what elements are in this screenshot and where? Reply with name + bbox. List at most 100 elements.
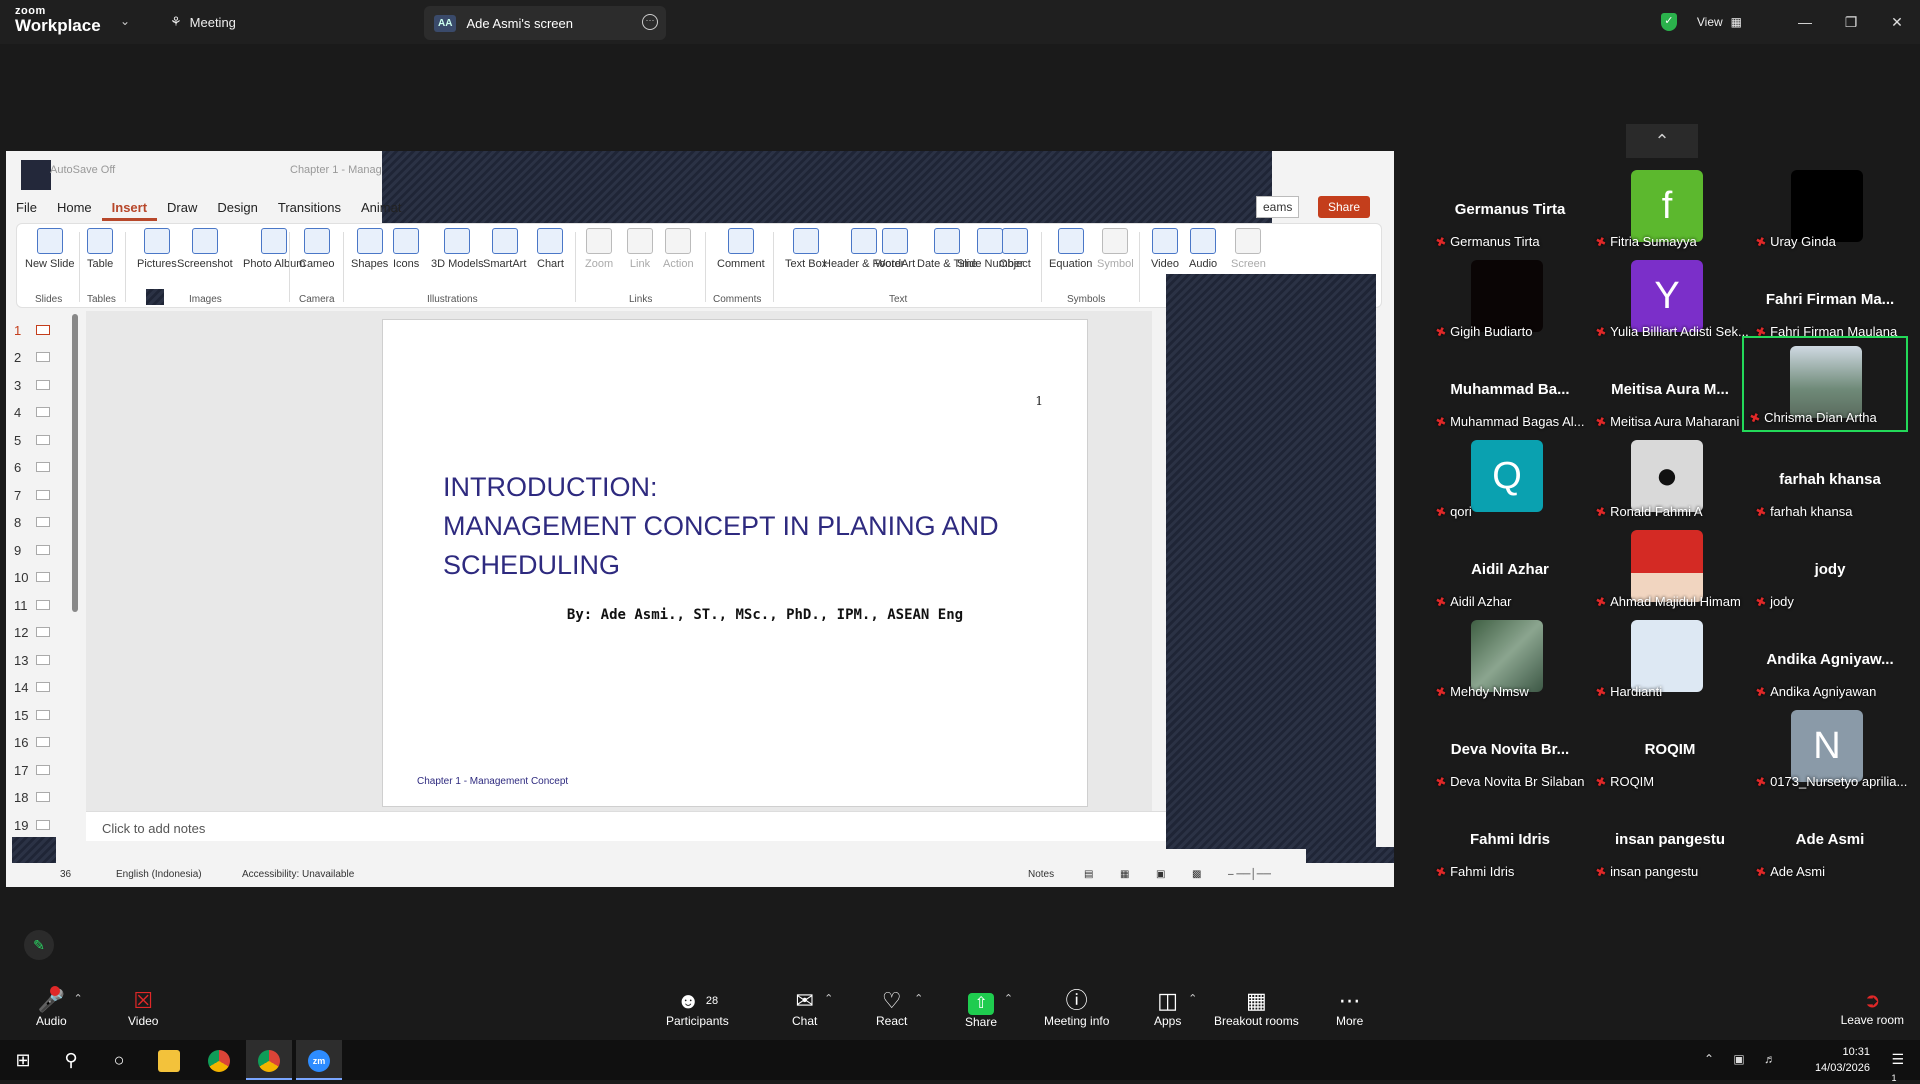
annotate-pen-icon[interactable]: ✎	[24, 930, 54, 960]
chevron-down-icon[interactable]: ⌄	[120, 14, 130, 28]
equation-button[interactable]: Equation	[1049, 228, 1092, 271]
participant-tile[interactable]: insan pangestu ✖ insan pangestu	[1590, 798, 1750, 884]
slide-thumbnail[interactable]: 17	[14, 763, 50, 778]
table-button[interactable]: Table	[87, 228, 113, 271]
share-screen-button[interactable]: ⇧ Share ⌃	[965, 988, 1013, 1029]
accessibility-status[interactable]: Accessibility: Unavailable	[242, 869, 354, 880]
participant-tile[interactable]: N ✖ 0173_Nursetyo aprilia...	[1750, 708, 1910, 794]
slide-thumbnail[interactable]: 6	[14, 460, 50, 475]
tab-transitions[interactable]: Transitions	[268, 195, 351, 221]
view-button[interactable]: View ▦	[1697, 15, 1742, 29]
tab-draw[interactable]: Draw	[157, 195, 207, 221]
zoom-button[interactable]: Zoom	[585, 228, 613, 271]
slide-thumbnail[interactable]: 12	[14, 625, 50, 640]
action-button[interactable]: Action	[663, 228, 694, 271]
participant-tile[interactable]: Fahmi Idris ✖ Fahmi Idris	[1430, 798, 1590, 884]
tray-icons[interactable]: ⌃ ▣ ♬	[1704, 1052, 1784, 1066]
notes-pane[interactable]: Click to add notes	[86, 811, 1186, 841]
participant-tile-active-speaker[interactable]: ✖ Chrisma Dian Artha	[1742, 336, 1908, 432]
current-slide[interactable]: 1 INTRODUCTION: MANAGEMENT CONCEPT IN PL…	[382, 319, 1088, 807]
participant-tile[interactable]: Aidil Azhar ✖ Aidil Azhar	[1430, 528, 1590, 614]
participant-tile[interactable]: ✖ Hardianti	[1590, 618, 1750, 704]
tab-design[interactable]: Design	[207, 195, 267, 221]
participant-tile[interactable]: Deva Novita Br... ✖ Deva Novita Br Silaba…	[1430, 708, 1590, 794]
encryption-shield-icon[interactable]: ✓	[1660, 13, 1677, 31]
participant-tile[interactable]: Y ✖ Yulia Billiart Adisti Sek...	[1590, 258, 1750, 344]
participant-tile[interactable]: ROQIM ✖ ROQIM	[1590, 708, 1750, 794]
file-explorer-icon[interactable]	[146, 1040, 192, 1080]
language-status[interactable]: English (Indonesia)	[116, 869, 202, 880]
close-icon[interactable]: ✕	[1874, 14, 1920, 31]
cameo-button[interactable]: Cameo	[299, 228, 334, 271]
slide-thumbnail[interactable]: 9	[14, 543, 50, 558]
chrome-icon[interactable]	[196, 1040, 242, 1080]
breakout-rooms-button[interactable]: ▦ Breakout rooms	[1214, 988, 1299, 1028]
zoom-taskbar-icon[interactable]: zm	[296, 1040, 342, 1080]
chart-button[interactable]: Chart	[537, 228, 564, 271]
slide-thumbnail[interactable]: 11	[14, 598, 50, 613]
slide-thumbnail[interactable]: 8	[14, 515, 50, 530]
slide-thumbnail[interactable]: 16	[14, 735, 50, 750]
screen-recording-button[interactable]: Screen	[1231, 228, 1266, 271]
slide-author-line[interactable]: By: Ade Asmi., ST., MSc., PhD., IPM., AS…	[383, 607, 1087, 623]
slide-thumbnail[interactable]: 10	[14, 570, 50, 585]
share-caret-icon[interactable]: ⌃	[1004, 992, 1013, 1005]
slide-thumbnail[interactable]: 2	[14, 350, 50, 365]
slide-thumbnail[interactable]: 1	[14, 323, 50, 338]
participant-tile[interactable]: f ✖ Fitria Sumayya	[1590, 168, 1750, 254]
teams-button[interactable]: eams	[1256, 196, 1300, 218]
participant-tile[interactable]: Muhammad Ba... ✖ Muhammad Bagas Al...	[1430, 348, 1590, 434]
audio-insert-button[interactable]: Audio	[1189, 228, 1217, 271]
zoom-slider[interactable]: – ──│──	[1228, 869, 1271, 880]
slide-thumbnail[interactable]: 3	[14, 378, 50, 393]
object-button[interactable]: Object	[999, 228, 1031, 271]
comment-button[interactable]: Comment	[717, 228, 765, 271]
participant-tile[interactable]: farhah khansa ✖ farhah khansa	[1750, 438, 1910, 524]
chrome-profile-icon[interactable]	[246, 1040, 292, 1080]
apps-caret-icon[interactable]: ⌃	[1188, 992, 1197, 1005]
tab-insert[interactable]: Insert	[101, 195, 158, 221]
leave-room-button[interactable]: ➲ Leave room	[1841, 988, 1904, 1027]
wordart-button[interactable]: WordArt	[875, 228, 915, 271]
participant-tile[interactable]: Meitisa Aura M... ✖ Meitisa Aura Maharani	[1590, 348, 1750, 434]
slide-thumbnail[interactable]: 19	[14, 818, 50, 833]
slide-thumbnail[interactable]: 18	[14, 790, 50, 805]
tab-file[interactable]: File	[6, 195, 47, 221]
participant-tile[interactable]: Germanus Tirta ✖ Germanus Tirta	[1430, 168, 1590, 254]
restore-icon[interactable]: ❐	[1828, 14, 1874, 31]
windows-start-icon[interactable]: ⊞	[0, 1040, 46, 1080]
thumbnails-scrollbar[interactable]	[72, 314, 78, 612]
icons-button[interactable]: Icons	[393, 228, 419, 271]
zoom-workplace-logo[interactable]: zoom Workplace	[15, 6, 101, 35]
gallery-scroll-up-icon[interactable]: ⌃	[1626, 124, 1698, 158]
meeting-info-button[interactable]: ⓘ Meeting info	[1044, 988, 1109, 1028]
symbol-button[interactable]: Symbol	[1097, 228, 1134, 271]
slide-thumbnail[interactable]: 13	[14, 653, 50, 668]
task-view-icon[interactable]: ○	[96, 1040, 142, 1080]
react-caret-icon[interactable]: ⌃	[914, 992, 923, 1005]
participants-button[interactable]: ☻ 28 Participants	[666, 988, 729, 1028]
video-button[interactable]: ☒ Video	[128, 988, 158, 1028]
participant-tile[interactable]: ✖ Uray Ginda	[1750, 168, 1910, 254]
audio-button[interactable]: 🎤 Audio ⌃	[36, 986, 83, 1028]
tab-home[interactable]: Home	[47, 195, 102, 221]
more-options-icon[interactable]: ···	[642, 14, 658, 30]
shared-screen-tab[interactable]: AA Ade Asmi's screen ···	[424, 6, 666, 40]
link-button[interactable]: Link	[627, 228, 653, 271]
slide-thumbnail[interactable]: 7	[14, 488, 50, 503]
minimize-icon[interactable]: —	[1782, 14, 1828, 30]
search-icon[interactable]: ⚲	[48, 1040, 94, 1080]
slide-thumbnail[interactable]: 5	[14, 433, 50, 448]
video-insert-button[interactable]: Video	[1151, 228, 1179, 271]
text-box-button[interactable]: Text Box	[785, 228, 827, 271]
tab-animations[interactable]: Animat	[351, 195, 411, 221]
slide-thumbnail[interactable]: 15	[14, 708, 50, 723]
ppt-share-button[interactable]: Share	[1318, 196, 1371, 218]
photo-album-button[interactable]: Photo Album	[243, 228, 305, 271]
clock[interactable]: 10:31 14/03/2026	[1815, 1044, 1870, 1076]
participant-tile[interactable]: jody ✖ jody	[1750, 528, 1910, 614]
slide-title[interactable]: INTRODUCTION: MANAGEMENT CONCEPT IN PLAN…	[443, 468, 1063, 585]
participant-tile[interactable]: Ade Asmi ✖ Ade Asmi	[1750, 798, 1910, 884]
participant-tile[interactable]: ● ✖ Ronald Fahmi A	[1590, 438, 1750, 524]
react-button[interactable]: ♡ React ⌃	[876, 988, 923, 1028]
